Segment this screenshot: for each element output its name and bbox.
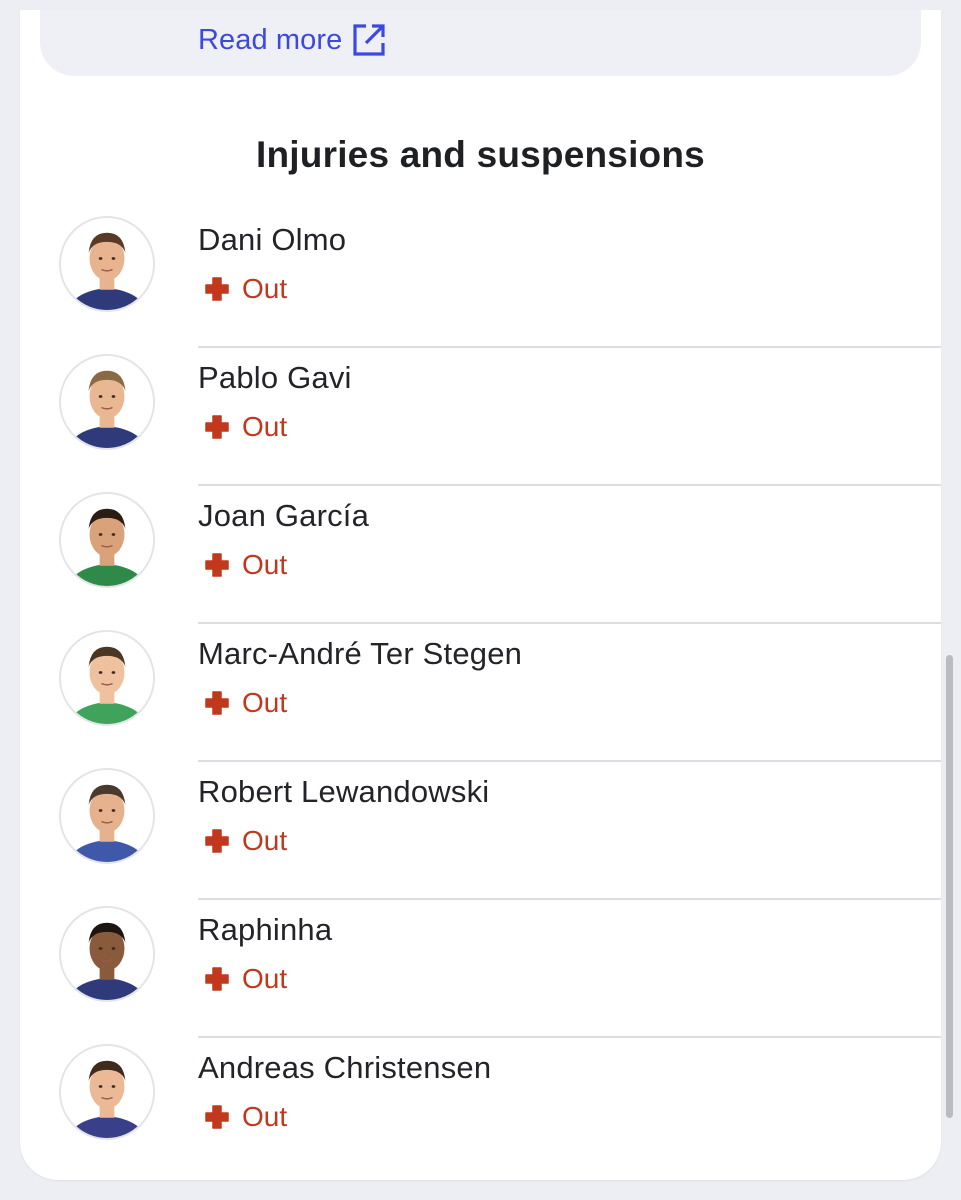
player-name: Joan García [198,498,370,533]
player-row[interactable]: Andreas Christensen Out [20,1038,941,1176]
medical-cross-icon [204,276,230,302]
read-more-label: Read more [198,23,343,56]
medical-cross-icon [204,414,230,440]
status-label: Out [242,687,288,718]
read-more-link[interactable]: Read more [198,20,387,60]
player-name: Andreas Christensen [198,1050,492,1085]
player-avatar [59,906,155,1002]
player-name: Raphinha [198,912,333,947]
player-status: Out [204,687,287,719]
medical-cross-icon [204,828,230,854]
player-status: Out [204,411,287,443]
medical-cross-icon [204,552,230,578]
player-row[interactable]: Marc-André Ter Stegen Out [20,624,941,762]
player-row[interactable]: Dani Olmo Out [20,210,941,348]
player-name: Robert Lewandowski [198,774,490,809]
player-avatar [59,216,155,312]
external-link-icon [351,22,387,58]
player-name: Marc-André Ter Stegen [198,636,523,671]
player-status: Out [204,549,287,581]
status-label: Out [242,549,288,580]
status-label: Out [242,273,288,304]
injury-list: Dani Olmo Out Pablo Gavi Out Joan García Out M… [20,210,941,1176]
medical-cross-icon [204,1104,230,1130]
previous-section-panel: Read more [40,10,921,76]
status-label: Out [242,825,288,856]
player-row[interactable]: Robert Lewandowski Out [20,762,941,900]
player-row[interactable]: Pablo Gavi Out [20,348,941,486]
status-label: Out [242,1101,288,1132]
section-title: Injuries and suspensions [256,134,705,175]
player-avatar [59,354,155,450]
status-label: Out [242,411,288,442]
player-avatar [59,1044,155,1140]
player-status: Out [204,1101,287,1133]
player-avatar [59,630,155,726]
player-name: Pablo Gavi [198,360,352,395]
scrollbar-thumb[interactable] [946,655,953,1118]
player-row[interactable]: Joan García Out [20,486,941,624]
injuries-card: Read more Injuries and suspensions Dani … [20,10,941,1180]
player-name: Dani Olmo [198,222,347,257]
medical-cross-icon [204,690,230,716]
player-status: Out [204,963,287,995]
player-row[interactable]: Raphinha Out [20,900,941,1038]
medical-cross-icon [204,966,230,992]
player-avatar [59,492,155,588]
player-status: Out [204,825,287,857]
status-label: Out [242,963,288,994]
player-status: Out [204,273,287,305]
player-avatar [59,768,155,864]
